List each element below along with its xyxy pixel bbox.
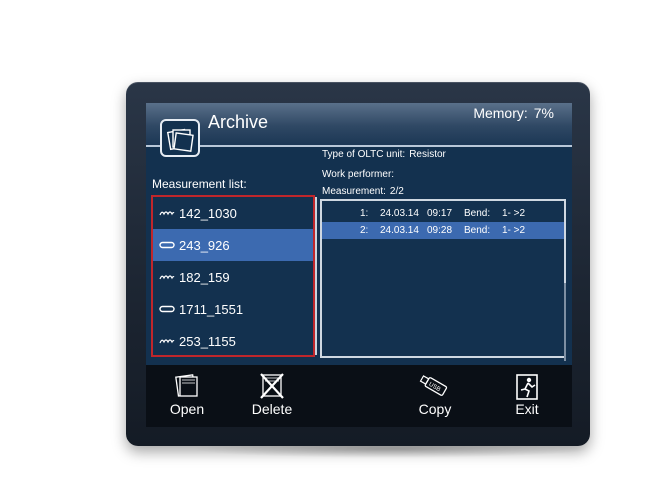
open-button[interactable]: Open xyxy=(164,365,210,427)
oltc-type-value: Resistor xyxy=(409,149,446,160)
pill-icon xyxy=(159,241,177,249)
list-item[interactable]: 243_926 xyxy=(153,229,313,261)
delete-icon xyxy=(260,373,284,399)
oltc-type-line: Type of OLTC unit: Resistor xyxy=(322,149,446,160)
exit-button[interactable]: Exit xyxy=(504,365,550,427)
measurement-count-line: Measurement: 2/2 xyxy=(322,186,404,197)
copy-button[interactable]: USB Copy xyxy=(412,365,458,427)
measurement-index: 1: xyxy=(360,208,369,219)
measurement-index: 2: xyxy=(360,225,369,236)
exit-icon xyxy=(516,374,538,400)
measurement-bend-label: Bend: xyxy=(464,225,491,236)
list-item[interactable]: 142_1030 xyxy=(153,197,313,229)
measurement-count-value: 2/2 xyxy=(389,186,404,197)
table-scrollbar[interactable] xyxy=(564,283,566,361)
table-row[interactable]: 1: 24.03.14 09:17 Bend: 1- >2 xyxy=(322,205,564,222)
delete-label: Delete xyxy=(251,401,293,417)
page-title: Archive xyxy=(208,112,269,132)
memory-indicator: Memory: 7% xyxy=(473,105,554,121)
usb-stick-icon: USB xyxy=(419,375,448,396)
work-performer-line: Work performer: xyxy=(322,169,394,180)
wave-icon xyxy=(159,273,177,281)
list-item[interactable]: 253_1155 xyxy=(153,325,313,357)
oltc-type-label: Type of OLTC unit: xyxy=(322,149,406,160)
bottom-toolbar: Open Delete USB Copy Exit xyxy=(146,365,572,427)
measurement-date: 24.03.14 xyxy=(380,225,419,236)
wave-icon xyxy=(159,209,177,217)
list-scrollbar[interactable] xyxy=(315,197,317,355)
measurement-time: 09:17 xyxy=(427,208,453,219)
list-item[interactable]: 1711_1551 xyxy=(153,293,313,325)
measurement-bend: 1- >2 xyxy=(502,208,526,219)
measurement-bend-label: Bend: xyxy=(464,208,491,219)
list-item[interactable]: 182_159 xyxy=(153,261,313,293)
list-item-label: 253_1155 xyxy=(179,333,236,349)
measurement-time: 09:28 xyxy=(427,225,453,236)
open-label: Open xyxy=(169,401,205,417)
measurement-list-label: Measurement list: xyxy=(152,177,247,191)
list-item-label: 142_1030 xyxy=(179,205,237,221)
list-item-label: 182_159 xyxy=(179,269,230,285)
memory-label: Memory: xyxy=(473,105,528,121)
header-divider xyxy=(146,145,572,147)
delete-button[interactable]: Delete xyxy=(246,365,298,427)
measurement-table[interactable]: 1: 24.03.14 09:17 Bend: 1- >2 2: 24.03.1… xyxy=(320,199,566,358)
archive-folder-icon xyxy=(160,119,200,157)
wave-icon xyxy=(159,337,177,345)
measurement-count-label: Measurement: xyxy=(322,186,386,197)
copy-label: Copy xyxy=(418,401,452,417)
exit-label: Exit xyxy=(515,401,539,417)
open-folder-icon xyxy=(175,374,198,397)
measurement-list[interactable]: 142_1030 243_926 182_159 1711_1551 253_1… xyxy=(151,195,317,357)
pill-icon xyxy=(159,305,177,313)
list-item-label: 1711_1551 xyxy=(179,301,244,317)
memory-value: 7% xyxy=(533,105,554,121)
measurement-date: 24.03.14 xyxy=(380,208,419,219)
work-performer-label: Work performer: xyxy=(322,169,395,180)
list-item-label: 243_926 xyxy=(179,237,230,253)
table-row[interactable]: 2: 24.03.14 09:28 Bend: 1- >2 xyxy=(322,222,564,239)
measurement-bend: 1- >2 xyxy=(502,225,526,236)
device-screen: Archive Memory: 7% Type of OLTC unit: Resi… xyxy=(146,103,572,427)
